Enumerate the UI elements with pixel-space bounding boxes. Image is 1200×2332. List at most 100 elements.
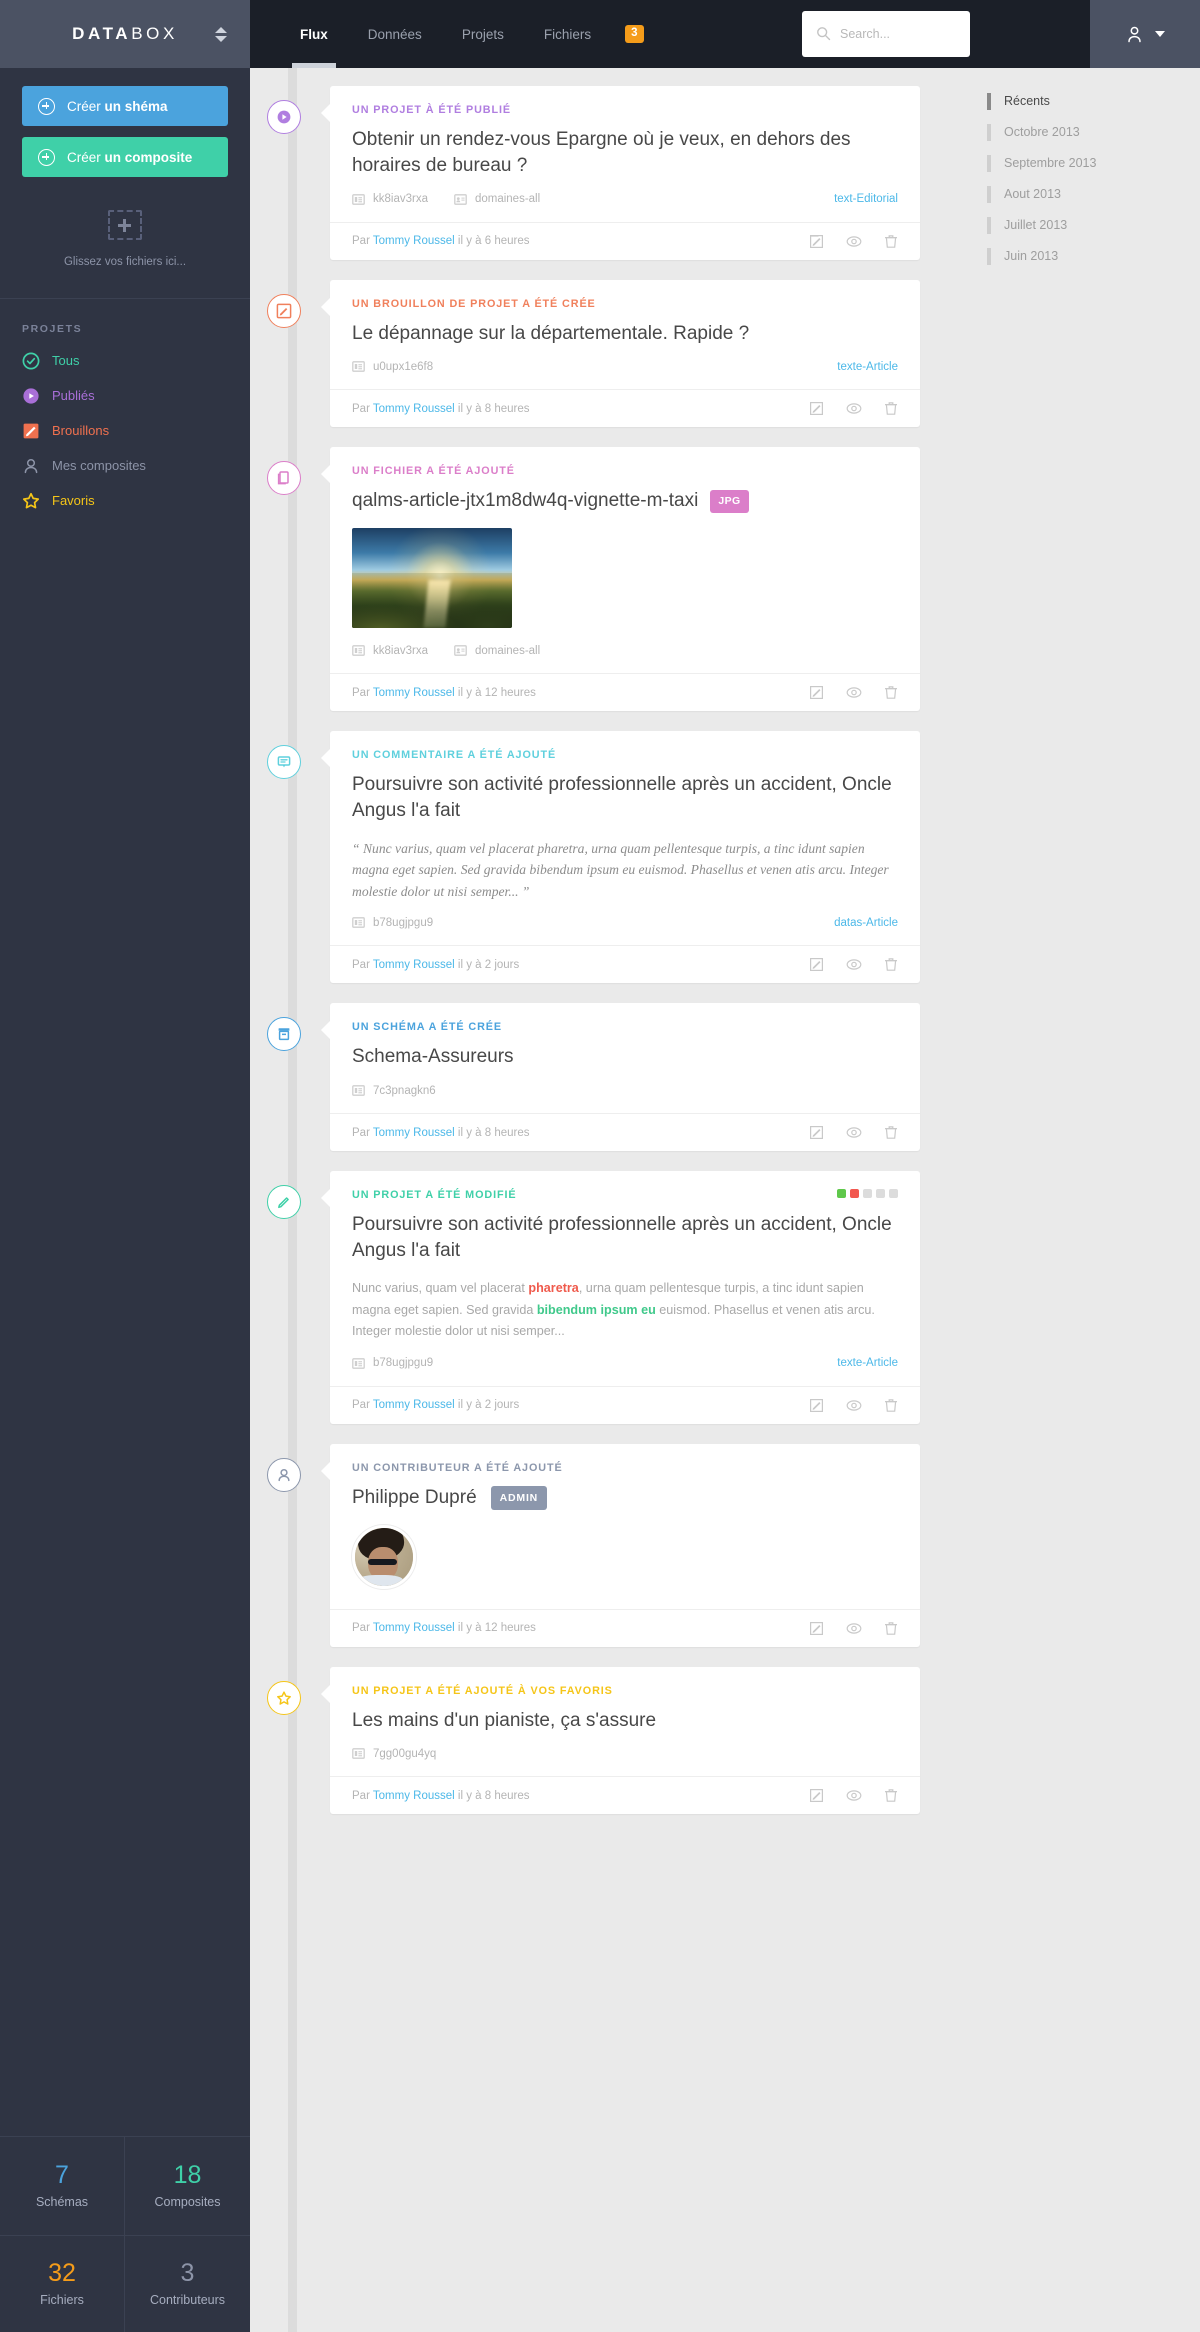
eye-icon[interactable] bbox=[846, 401, 862, 416]
chevron-down-icon bbox=[1154, 31, 1165, 37]
rail-item-septembre-2013[interactable]: Septembre 2013 bbox=[987, 152, 1200, 174]
create-composite-button[interactable]: Créer un composite bbox=[22, 137, 228, 177]
stat-schemas[interactable]: 7 Schémas bbox=[0, 2137, 125, 2235]
rail-item-recents[interactable]: Récents bbox=[987, 90, 1200, 112]
event-tag-link[interactable]: text-Editorial bbox=[834, 193, 898, 205]
byline: Par Tommy Roussel il y à 2 jours bbox=[352, 1399, 519, 1411]
copy-file-icon[interactable] bbox=[267, 461, 301, 496]
star-icon[interactable] bbox=[267, 1680, 301, 1715]
meta-domain: domaines-all bbox=[454, 644, 540, 657]
sidebar-item-favoris[interactable]: Favoris bbox=[22, 489, 250, 512]
card-footer: Par Tommy Roussel il y à 8 heures bbox=[330, 389, 920, 427]
trash-icon[interactable] bbox=[884, 1788, 898, 1803]
comment-icon[interactable] bbox=[267, 745, 301, 780]
rail-item-juillet-2013[interactable]: Juillet 2013 bbox=[987, 214, 1200, 236]
nav-tabs: Flux Données Projets Fichiers 3 bbox=[250, 0, 644, 68]
contributor-name: Philippe Dupré bbox=[352, 1486, 477, 1508]
event-title[interactable]: Obtenir un rendez-vous Epargne où je veu… bbox=[352, 127, 898, 179]
trash-icon[interactable] bbox=[884, 685, 898, 700]
search-input[interactable] bbox=[802, 11, 970, 57]
play-circle-icon[interactable] bbox=[267, 100, 301, 134]
event-title[interactable]: Le dépannage sur la départementale. Rapi… bbox=[352, 321, 898, 347]
event-tag-link[interactable]: texte-Article bbox=[837, 361, 898, 373]
rail-item-aout-2013[interactable]: Aout 2013 bbox=[987, 183, 1200, 205]
eye-icon[interactable] bbox=[846, 1621, 862, 1636]
edit-icon[interactable] bbox=[809, 1398, 824, 1413]
event-title[interactable]: Philippe Dupré ADMIN bbox=[352, 1485, 898, 1511]
event-tag-link[interactable]: texte-Article bbox=[837, 1357, 898, 1369]
event-title[interactable]: Schema-Assureurs bbox=[352, 1044, 898, 1070]
author-link[interactable]: Tommy Roussel bbox=[373, 235, 455, 247]
edit-icon[interactable] bbox=[809, 234, 824, 249]
edit-icon[interactable] bbox=[809, 1788, 824, 1803]
timestamp: il y à 12 heures bbox=[457, 686, 536, 699]
eye-icon[interactable] bbox=[846, 234, 862, 249]
marker bbox=[987, 154, 991, 172]
sort-chevrons-icon[interactable] bbox=[214, 24, 228, 44]
eye-icon[interactable] bbox=[846, 1125, 862, 1140]
sidebar-item-mes-composites[interactable]: Mes composites bbox=[22, 454, 250, 477]
author-link[interactable]: Tommy Roussel bbox=[373, 687, 455, 699]
author-link[interactable]: Tommy Roussel bbox=[373, 1399, 455, 1411]
notification-badge[interactable]: 3 bbox=[625, 25, 644, 43]
event-title[interactable]: Poursuivre son activité professionnelle … bbox=[352, 1212, 898, 1264]
stat-composites[interactable]: 18 Composites bbox=[125, 2137, 250, 2235]
eye-icon[interactable] bbox=[846, 957, 862, 972]
meta-text: b78ugjpgu9 bbox=[373, 916, 434, 929]
rail-item-octobre-2013[interactable]: Octobre 2013 bbox=[987, 121, 1200, 143]
create-schema-button[interactable]: Créer un shéma bbox=[22, 86, 228, 126]
pencil-square-icon[interactable] bbox=[267, 293, 301, 328]
edit-icon[interactable] bbox=[809, 1621, 824, 1636]
file-type-badge: JPG bbox=[710, 490, 749, 513]
pencil-icon[interactable] bbox=[267, 1185, 301, 1220]
brand-bar: DATABOX bbox=[0, 0, 250, 68]
trash-icon[interactable] bbox=[884, 1125, 898, 1140]
event-title[interactable]: Poursuivre son activité professionnelle … bbox=[352, 772, 898, 824]
user-icon[interactable] bbox=[267, 1457, 301, 1492]
sidebar-item-brouillons[interactable]: Brouillons bbox=[22, 419, 250, 442]
trash-icon[interactable] bbox=[884, 957, 898, 972]
author-link[interactable]: Tommy Roussel bbox=[373, 1790, 455, 1802]
tab-donnees[interactable]: Données bbox=[348, 0, 442, 68]
status-dot bbox=[863, 1189, 872, 1199]
tab-flux[interactable]: Flux bbox=[280, 0, 348, 68]
trash-icon[interactable] bbox=[884, 1621, 898, 1636]
tab-projets[interactable]: Projets bbox=[442, 0, 524, 68]
edit-icon[interactable] bbox=[809, 957, 824, 972]
trash-icon[interactable] bbox=[884, 234, 898, 249]
edit-icon[interactable] bbox=[809, 401, 824, 416]
author-link[interactable]: Tommy Roussel bbox=[373, 959, 455, 971]
card: UN PROJET A ÉTÉ MODIFIÉ Poursuivre son a… bbox=[321, 1171, 920, 1424]
user-menu-button[interactable] bbox=[1090, 0, 1200, 68]
author-link[interactable]: Tommy Roussel bbox=[373, 1622, 455, 1634]
rail-item-juin-2013[interactable]: Juin 2013 bbox=[987, 245, 1200, 267]
trash-icon[interactable] bbox=[884, 1398, 898, 1413]
plus-circle-icon bbox=[38, 148, 55, 166]
file-thumbnail[interactable] bbox=[352, 528, 512, 629]
projects-nav-list: Tous Publiés Brouillons Mes composites F… bbox=[0, 349, 250, 524]
event-title[interactable]: Les mains d'un pianiste, ça s'assure bbox=[352, 1708, 898, 1734]
file-dropzone[interactable]: Glissez vos fichiers ici... bbox=[0, 210, 250, 298]
edit-icon[interactable] bbox=[809, 685, 824, 700]
stat-fichiers[interactable]: 32 Fichiers bbox=[0, 2234, 125, 2332]
meta-text: kk8iav3rxa bbox=[373, 193, 428, 206]
archive-box-icon[interactable] bbox=[267, 1017, 301, 1052]
feed-item-modified: UN PROJET A ÉTÉ MODIFIÉ Poursuivre son a… bbox=[250, 1171, 975, 1424]
tab-fichiers[interactable]: Fichiers bbox=[524, 0, 611, 68]
avatar[interactable] bbox=[352, 1524, 416, 1589]
trash-icon[interactable] bbox=[884, 401, 898, 416]
user-icon bbox=[22, 457, 40, 475]
sidebar-item-publies[interactable]: Publiés bbox=[22, 384, 250, 407]
card-footer: Par Tommy Roussel il y à 2 jours bbox=[330, 1385, 920, 1424]
stat-contributeurs[interactable]: 3 Contributeurs bbox=[125, 2234, 250, 2332]
eye-icon[interactable] bbox=[846, 685, 862, 700]
event-tag-link[interactable]: datas-Article bbox=[834, 917, 898, 929]
event-title[interactable]: qalms-article-jtx1m8dw4q-vignette-m-taxi… bbox=[352, 488, 898, 514]
eye-icon[interactable] bbox=[846, 1788, 862, 1803]
file-name: qalms-article-jtx1m8dw4q-vignette-m-taxi bbox=[352, 490, 699, 512]
author-link[interactable]: Tommy Roussel bbox=[373, 403, 455, 415]
sidebar-item-tous[interactable]: Tous bbox=[22, 349, 250, 372]
eye-icon[interactable] bbox=[846, 1398, 862, 1413]
author-link[interactable]: Tommy Roussel bbox=[373, 1127, 455, 1139]
edit-icon[interactable] bbox=[809, 1125, 824, 1140]
